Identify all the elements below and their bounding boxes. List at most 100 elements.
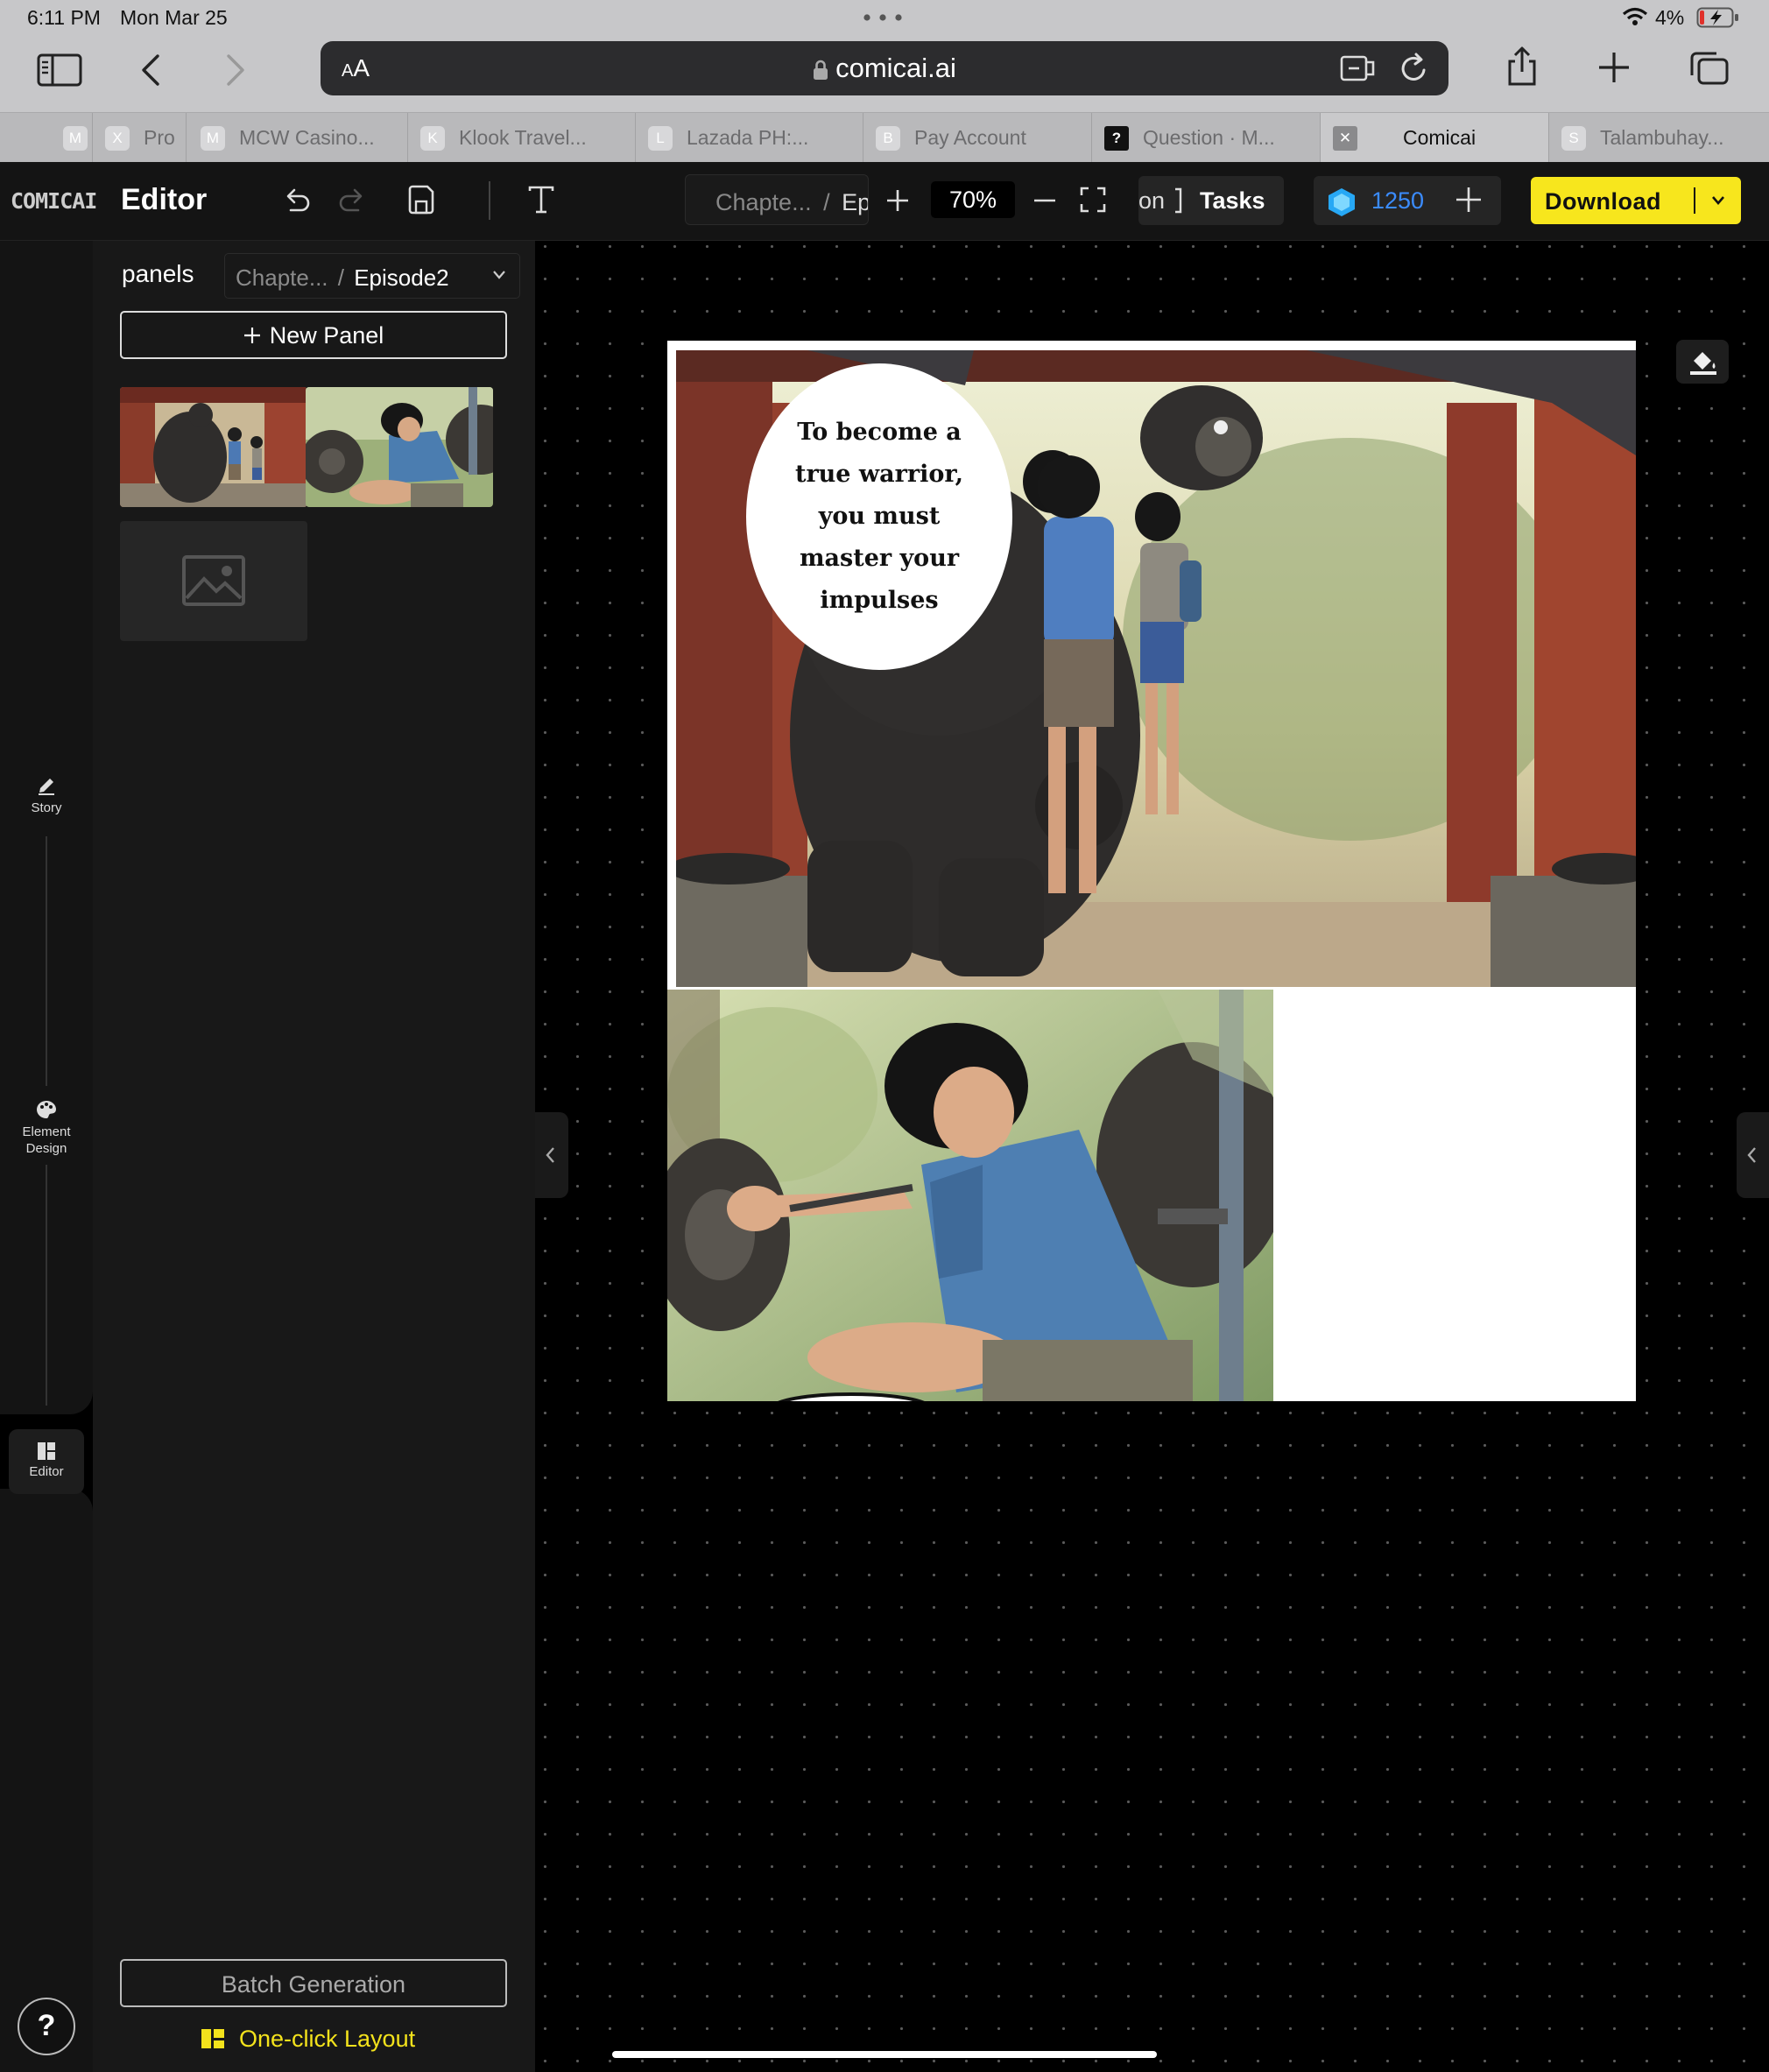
left-rail: Story Element Design Editor ?: [0, 241, 93, 2072]
chevron-left-icon: [546, 1147, 554, 1163]
url-text: comicai.ai: [835, 53, 956, 83]
speech-bubble[interactable]: To become a true warrior, you must maste…: [746, 363, 1012, 670]
tab-bar: M X Pro M MCW Casino... K Klook Travel... L…: [0, 112, 1769, 163]
tab-favicon: X: [105, 125, 130, 151]
tab-label: Klook Travel...: [459, 126, 587, 149]
gem-icon: [1329, 188, 1355, 216]
tab-item-active[interactable]: ✕ Comicai: [1321, 113, 1549, 163]
collapse-sidebar-button[interactable]: [535, 1112, 568, 1198]
tab-item[interactable]: M MCW Casino...: [187, 113, 408, 163]
image-placeholder-icon: [182, 555, 245, 606]
layout-icon[interactable]: [200, 2027, 226, 2050]
panel-thumbnail[interactable]: [306, 387, 493, 507]
new-tab-icon[interactable]: [1597, 51, 1631, 84]
save-icon[interactable]: [406, 184, 436, 215]
tab-favicon: ?: [1104, 125, 1129, 151]
episode-selector[interactable]: Chapte... / Episode2: [224, 253, 520, 299]
pencil-icon: [39, 779, 54, 795]
url-display[interactable]: comicai.ai: [321, 53, 1448, 84]
layout-grid-icon: [38, 1442, 55, 1460]
tab-favicon: M: [201, 125, 225, 151]
undo-icon[interactable]: [282, 184, 312, 215]
sidebar-toggle-icon[interactable]: [37, 53, 82, 88]
help-button[interactable]: ?: [18, 1998, 75, 2055]
tab-overview-icon[interactable]: [1688, 51, 1730, 86]
app-header: COMICAI Editor Chapte... / Ep 70% on Tas…: [0, 162, 1769, 241]
battery-percent: 4%: [1655, 6, 1685, 29]
episode-name: Episode2: [354, 264, 449, 291]
empty-panel-slot[interactable]: [120, 521, 307, 641]
panel-sidebar: panels Chapte... / Episode2 New Panel Ba…: [93, 241, 535, 2072]
plus-icon: [243, 328, 260, 343]
new-panel-label: New Panel: [269, 322, 384, 349]
download-button[interactable]: Download: [1531, 177, 1741, 224]
reload-icon[interactable]: [1399, 53, 1429, 84]
zoom-out-icon[interactable]: [1032, 187, 1058, 214]
rail-background: [0, 1489, 93, 2072]
status-date: Mon Mar 25: [120, 6, 228, 29]
credits-button[interactable]: 1250: [1314, 176, 1501, 225]
status-time: 6:11 PM: [27, 6, 101, 29]
tab-item[interactable]: X Pro: [93, 113, 187, 163]
batch-generation-button[interactable]: Batch Generation: [120, 1959, 507, 2007]
tab-favicon: K: [420, 125, 445, 151]
tab-item[interactable]: M: [0, 113, 93, 163]
new-panel-button[interactable]: New Panel: [120, 311, 507, 359]
address-bar[interactable]: AA comicai.ai: [321, 41, 1448, 95]
extensions-icon[interactable]: [1340, 53, 1378, 83]
add-credits-icon[interactable]: [1454, 185, 1484, 215]
battery-charging-icon: [1696, 7, 1738, 28]
redo-icon[interactable]: [337, 184, 367, 215]
breadcrumb-separator: /: [823, 189, 830, 215]
chevron-left-icon: [1747, 1147, 1756, 1163]
status-bar: 6:11 PM Mon Mar 25 4%: [0, 0, 1769, 35]
text-tool-icon[interactable]: [527, 184, 555, 215]
chevron-down-icon[interactable]: [1710, 194, 1726, 207]
tab-favicon: S: [1561, 125, 1586, 151]
multitasking-dots-icon[interactable]: [863, 14, 902, 21]
one-click-layout-button[interactable]: One-click Layout: [239, 2026, 415, 2053]
tasks-button[interactable]: on Tasks: [1138, 176, 1284, 225]
comic-panel[interactable]: To become a true warrior, you must maste…: [676, 350, 1636, 987]
rail-element-design-label: Design: [25, 1141, 67, 1156]
forward-icon[interactable]: [223, 53, 248, 88]
rail-element-design-label: Element: [22, 1124, 71, 1139]
tab-label: Question · M...: [1143, 126, 1275, 149]
sidebar-title: panels: [122, 260, 194, 287]
zoom-level[interactable]: 70%: [931, 181, 1015, 218]
tab-item[interactable]: B Pay Account: [863, 113, 1092, 163]
tab-favicon: B: [876, 125, 900, 151]
fit-screen-icon[interactable]: [1079, 186, 1107, 214]
breadcrumb[interactable]: Chapte... / Ep: [685, 174, 869, 225]
tab-item[interactable]: ? Question · M...: [1092, 113, 1321, 163]
panel-thumbnail[interactable]: [120, 387, 307, 507]
tab-label: Pro: [144, 126, 175, 149]
zoom-in-icon[interactable]: [884, 187, 911, 214]
back-icon[interactable]: [138, 53, 163, 88]
comic-panel[interactable]: [667, 990, 1273, 1401]
tab-label: MCW Casino...: [239, 126, 375, 149]
episode-chapter: Chapte...: [236, 264, 328, 291]
fill-color-button[interactable]: [1676, 340, 1729, 384]
tab-item[interactable]: S Talambuhay...: [1549, 113, 1769, 163]
wifi-icon: [1622, 7, 1648, 25]
editor-canvas[interactable]: To become a true warrior, you must maste…: [535, 241, 1769, 2072]
rail-story[interactable]: Story: [0, 775, 93, 816]
tasks-label: Tasks: [1200, 187, 1265, 214]
toolbar-divider: [489, 181, 490, 220]
share-icon[interactable]: [1505, 46, 1540, 88]
tab-favicon: M: [63, 125, 88, 151]
rail-editor-label: Editor: [29, 1464, 64, 1479]
credits-count: 1250: [1371, 187, 1425, 214]
tab-item[interactable]: L Lazada PH:...: [636, 113, 863, 163]
home-indicator[interactable]: [612, 2051, 1157, 2058]
close-tab-icon[interactable]: ✕: [1333, 125, 1357, 151]
tab-item[interactable]: K Klook Travel...: [408, 113, 636, 163]
rail-connector: [46, 1165, 47, 1406]
expand-right-panel-button[interactable]: [1737, 1112, 1769, 1198]
comic-page[interactable]: To become a true warrior, you must maste…: [667, 341, 1636, 1401]
rail-element-design[interactable]: Element Design: [0, 1099, 93, 1157]
logo: COMICAI: [11, 188, 97, 214]
rail-editor[interactable]: Editor: [9, 1429, 84, 1494]
breadcrumb-chapter: Chapte...: [715, 189, 812, 215]
